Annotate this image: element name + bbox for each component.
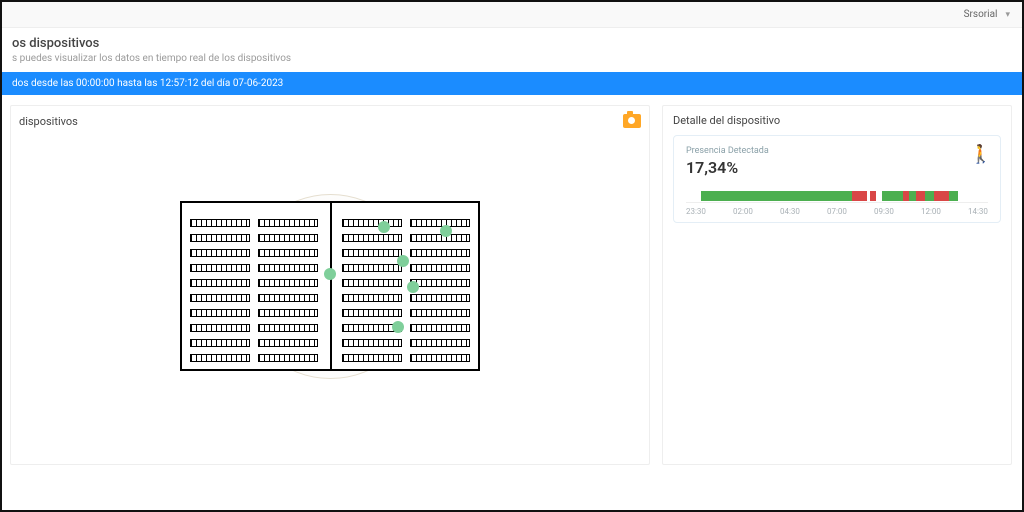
chevron-down-icon: ▾ [1005, 10, 1010, 20]
walking-person-icon: 🚶 [970, 144, 992, 165]
page: os dispositivos s puedes visualizar los … [2, 28, 1022, 465]
sensor-dot[interactable] [378, 221, 390, 233]
devices-panel: dispositivos [10, 105, 650, 465]
user-menu[interactable]: Srsorial [964, 9, 998, 20]
chart-track [686, 189, 988, 203]
detail-panel-header: Detalle del dispositivo [673, 114, 1001, 127]
presence-chart: 23:30 02:00 04:30 07:00 09:30 12:00 14:30 [686, 189, 988, 216]
sensor-dot[interactable] [392, 321, 404, 333]
chart-tick: 12:00 [921, 207, 941, 216]
chart-axis: 23:30 02:00 04:30 07:00 09:30 12:00 14:30 [686, 207, 988, 216]
chart-tick: 23:30 [686, 207, 706, 216]
page-title: os dispositivos [2, 36, 1022, 51]
camera-icon[interactable] [623, 114, 641, 128]
room-left [186, 215, 322, 357]
room-right [338, 215, 474, 357]
devices-panel-header: dispositivos [19, 114, 641, 128]
devices-panel-title: dispositivos [19, 115, 78, 128]
topbar: Srsorial ▾ [2, 2, 1022, 28]
chart-tick: 09:30 [874, 207, 894, 216]
presence-label: Presencia Detectada [686, 146, 988, 156]
sensor-dot[interactable] [397, 255, 409, 267]
time-range-bar: dos desde las 00:00:00 hasta las 12:57:1… [2, 72, 1022, 95]
detail-panel-title: Detalle del dispositivo [673, 114, 780, 127]
content: dispositivos [2, 95, 1022, 465]
detail-panel: Detalle del dispositivo Presencia Detect… [662, 105, 1012, 465]
chart-tick: 02:00 [733, 207, 753, 216]
presence-value: 17,34% [686, 158, 988, 177]
presence-card: Presencia Detectada 17,34% 🚶 23:30 02:00 0… [673, 135, 1001, 223]
sensor-dot[interactable] [440, 225, 452, 237]
sensor-dot[interactable] [324, 268, 336, 280]
chart-tick: 14:30 [968, 207, 988, 216]
floorplan[interactable] [19, 136, 641, 436]
chart-tick: 07:00 [827, 207, 847, 216]
chart-tick: 04:30 [780, 207, 800, 216]
page-subtitle: s puedes visualizar los datos en tiempo … [2, 51, 1022, 72]
sensor-dot[interactable] [407, 281, 419, 293]
building-plan [180, 201, 480, 371]
